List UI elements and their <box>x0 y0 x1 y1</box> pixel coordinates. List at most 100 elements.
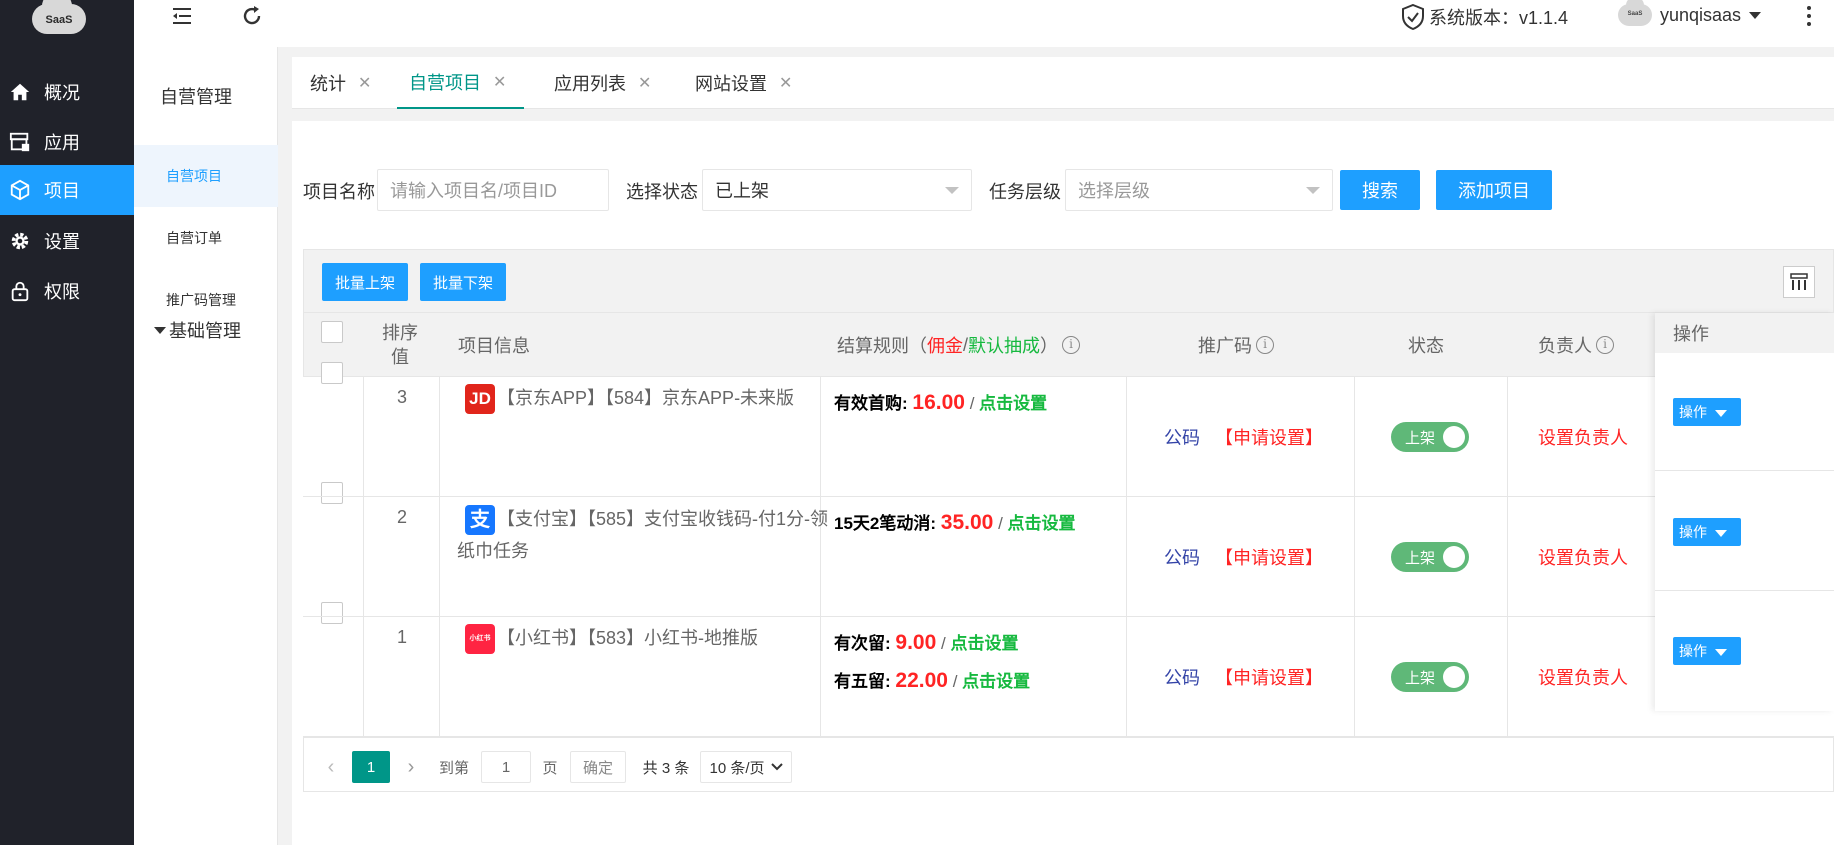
more-vertical-icon[interactable] <box>1804 6 1814 30</box>
info-icon[interactable]: i <box>1596 336 1614 354</box>
chevron-down-icon <box>1306 187 1320 194</box>
submenu-item-self-orders[interactable]: 自营订单 <box>134 207 278 269</box>
prev-page-icon[interactable]: ‹ <box>318 751 344 783</box>
chevron-down-icon <box>945 187 959 194</box>
info-icon[interactable]: i <box>1062 336 1081 354</box>
goto-label: 到第 <box>438 759 469 777</box>
close-icon[interactable]: ✕ <box>779 73 792 93</box>
tabs-bar: 统计 ✕ 自营项目 ✕ 应用列表 ✕ 网站设置 ✕ <box>292 57 1834 109</box>
close-icon[interactable]: ✕ <box>493 72 506 92</box>
tab-site-settings[interactable]: 网站设置 ✕ <box>695 57 792 109</box>
th-info: 项目信息 <box>458 336 530 356</box>
operation-dropdown-button[interactable]: 操作 <box>1673 518 1741 546</box>
project-info: 支【支付宝】【585】支付宝收钱码-付1分-领纸巾任务 <box>457 503 829 567</box>
batch-off-button[interactable]: 批量下架 <box>420 263 506 301</box>
operation-column: 操作 操作 操作 操作 <box>1655 313 1834 711</box>
table-header: 排序 值 项目信息 结算规则（ 佣金 / 默认抽成 ） i 推广码 i 状态 负… <box>303 313 1834 377</box>
table-row: 1 小红书 【小红书】【583】小红书-地推版 有次留: 9.00 / 点击设置 … <box>303 617 1834 737</box>
lock-icon <box>8 279 32 303</box>
store-icon <box>8 130 32 154</box>
add-project-button[interactable]: 添加项目 <box>1436 170 1552 210</box>
search-button[interactable]: 搜索 <box>1340 170 1420 210</box>
per-page-select[interactable]: 10 条/页 <box>700 751 792 783</box>
user-menu[interactable]: SaaS yunqisaas <box>1618 0 1762 26</box>
info-icon[interactable]: i <box>1256 336 1274 354</box>
promo-code: 公码 【申请设置】 <box>1164 544 1323 570</box>
columns-filter-icon[interactable] <box>1783 266 1815 298</box>
public-code-link[interactable]: 公码 <box>1164 548 1200 568</box>
operation-dropdown-button[interactable]: 操作 <box>1673 398 1741 426</box>
pagination: ‹ 1 › 到第 1 页 确定 共 3 条 10 条/页 <box>303 737 1834 792</box>
th-sort[interactable]: 排序 值 <box>382 313 418 377</box>
apply-code-link[interactable]: 【申请设置】 <box>1215 668 1323 688</box>
goto-confirm-button[interactable]: 确定 <box>570 751 626 783</box>
refresh-icon[interactable] <box>240 4 264 28</box>
next-page-icon[interactable]: › <box>398 751 424 783</box>
nav-item-settings[interactable]: 设置 <box>0 216 134 266</box>
set-owner-link[interactable]: 设置负责人 <box>1538 664 1628 690</box>
chevron-down-icon <box>770 763 783 771</box>
tab-app-list[interactable]: 应用列表 ✕ <box>554 57 651 109</box>
sort-value: 1 <box>397 627 408 647</box>
apply-code-link[interactable]: 【申请设置】 <box>1215 428 1323 448</box>
nav-item-projects[interactable]: 项目 <box>0 165 134 215</box>
apply-code-link[interactable]: 【申请设置】 <box>1215 548 1323 568</box>
nav-item-permissions[interactable]: 权限 <box>0 266 134 316</box>
page-number-current[interactable]: 1 <box>352 751 390 783</box>
operation-dropdown-button[interactable]: 操作 <box>1673 637 1741 665</box>
submenu-item-self-projects[interactable]: 自营项目 <box>134 145 278 207</box>
goto-page-input[interactable]: 1 <box>481 751 531 783</box>
th-settlement-rule: 结算规则（ 佣金 / 默认抽成 ） i <box>837 313 1081 377</box>
alipay-app-icon: 支 <box>465 505 495 536</box>
system-version: 系统版本：v1.1.4 <box>1401 4 1568 30</box>
close-icon[interactable]: ✕ <box>358 73 371 93</box>
shield-check-icon <box>1402 4 1424 30</box>
select-all-checkbox[interactable] <box>321 321 343 343</box>
level-label: 任务层级 <box>989 182 1061 202</box>
public-code-link[interactable]: 公码 <box>1164 428 1200 448</box>
set-rule-link[interactable]: 点击设置 <box>979 394 1047 413</box>
close-icon[interactable]: ✕ <box>638 73 651 93</box>
set-rule-link[interactable]: 点击设置 <box>1008 514 1076 533</box>
status-toggle[interactable]: 上架 <box>1391 662 1469 692</box>
total-count: 共 3 条 <box>642 759 690 777</box>
set-rule-link[interactable]: 点击设置 <box>950 634 1018 653</box>
sort-value: 2 <box>397 507 408 527</box>
table-row: 2 支【支付宝】【585】支付宝收钱码-付1分-领纸巾任务 15天2笔动消: 3… <box>303 497 1834 617</box>
status-select[interactable]: 已上架 <box>702 169 972 211</box>
settlement-rule: 有五留: 22.00 / 点击设置 <box>834 669 1031 692</box>
tab-stats[interactable]: 统计 ✕ <box>310 57 371 109</box>
set-rule-link[interactable]: 点击设置 <box>962 672 1030 691</box>
nav-item-apps[interactable]: 应用 <box>0 117 134 167</box>
th-owner: 负责人 i <box>1538 313 1614 377</box>
batch-on-button[interactable]: 批量上架 <box>322 263 408 301</box>
xiaohongshu-app-icon: 小红书 <box>465 624 495 655</box>
level-select[interactable]: 选择层级 <box>1065 169 1333 211</box>
gear-icon <box>8 229 32 253</box>
caret-down-icon <box>1715 410 1727 417</box>
table-row: 3 JD 【京东APP】【584】京东APP-未来版 有效首购: 16.00 / … <box>303 377 1834 497</box>
status-toggle[interactable]: 上架 <box>1391 422 1469 452</box>
submenu: 自营管理 自营项目 自营订单 推广码管理 基础管理 <box>134 47 278 845</box>
caret-down-icon <box>1715 530 1727 537</box>
nav-item-overview[interactable]: 概况 <box>0 67 134 117</box>
th-operation: 操作 <box>1655 313 1834 353</box>
public-code-link[interactable]: 公码 <box>1164 668 1200 688</box>
project-name-label: 项目名称 <box>303 182 375 202</box>
settlement-rule: 有次留: 9.00 / 点击设置 <box>834 631 1019 654</box>
settlement-rule: 15天2笔动消: 35.00 / 点击设置 <box>834 511 1076 534</box>
status-toggle[interactable]: 上架 <box>1391 542 1469 572</box>
menu-collapse-icon[interactable] <box>170 4 194 28</box>
tab-self-projects[interactable]: 自营项目 ✕ <box>397 57 525 109</box>
submenu-group-basic[interactable]: 基础管理 <box>154 317 241 343</box>
caret-down-icon <box>154 326 166 334</box>
table-body: 3 JD 【京东APP】【584】京东APP-未来版 有效首购: 16.00 / … <box>303 377 1834 737</box>
sort-value: 3 <box>397 387 408 407</box>
th-promo-code: 推广码 i <box>1198 313 1274 377</box>
status-label: 选择状态 <box>626 182 698 202</box>
project-name-input[interactable]: 请输入项目名/项目ID <box>377 169 609 211</box>
set-owner-link[interactable]: 设置负责人 <box>1538 544 1628 570</box>
jd-app-icon: JD <box>465 384 495 415</box>
set-owner-link[interactable]: 设置负责人 <box>1538 424 1628 450</box>
home-icon <box>8 80 32 104</box>
